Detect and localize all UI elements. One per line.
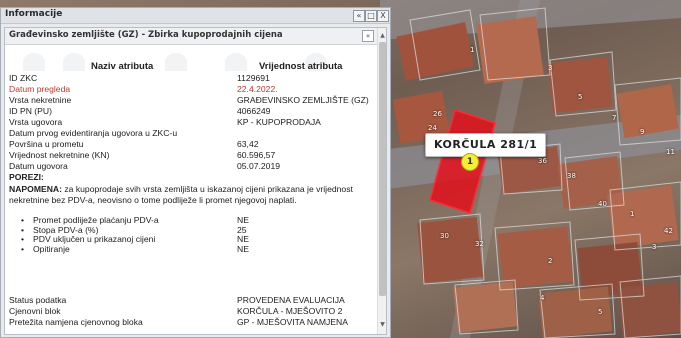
- info-window: Informacije « □ X Građevinsko zemljište …: [0, 7, 391, 338]
- house-number: 42: [664, 227, 673, 235]
- attribute-value: KORČULA - MJEŠOVITO 2: [237, 306, 343, 316]
- attribute-value: 22.4.2022.: [237, 84, 278, 94]
- table-row: ID ZKC 1129691: [9, 73, 377, 84]
- table-row: Pretežita namjena cjenovnog bloka GP - M…: [9, 317, 377, 328]
- attribute-panel: Građevinsko zemljište (GZ) - Zbirka kupo…: [4, 27, 387, 335]
- house-number: 32: [475, 240, 484, 248]
- attribute-name: Status podatka: [9, 295, 67, 305]
- attribute-name: ID ZKC: [9, 73, 38, 83]
- house-number: 4: [540, 294, 545, 302]
- watermark-shape: [225, 53, 247, 71]
- house-number: 26: [433, 110, 442, 118]
- scroll-down-arrow[interactable]: ▼: [378, 321, 386, 329]
- scrollbar[interactable]: ▲ ▼: [377, 28, 386, 334]
- bullet-icon: •: [21, 243, 25, 254]
- house-number: 9: [640, 128, 645, 136]
- house-number: 11: [666, 148, 675, 156]
- attribute-name: Datum prvog evidentiranja ugovora u ZKC-…: [9, 128, 178, 138]
- table-row: Datum pregleda 22.4.2022.: [9, 84, 377, 95]
- list-item: • PDV uključen u prikazanoj cijeni NE: [21, 234, 373, 245]
- window-titlebar[interactable]: Informacije « □ X: [1, 8, 390, 24]
- list-item: • Opitiranje NE: [21, 243, 373, 255]
- table-row: Vrsta ugovora KP - KUPOPRODAJA: [9, 117, 377, 128]
- table-row: Površina u prometu 63,42: [9, 139, 377, 150]
- vat-note: NAPOMENA: za kupoprodaje svih vrsta zeml…: [9, 184, 373, 206]
- attribute-name: Površina u prometu: [9, 139, 84, 149]
- house-number: 2: [548, 257, 553, 265]
- attribute-name: ID PN (PU): [9, 106, 52, 116]
- section-label: POREZI:: [9, 172, 44, 182]
- attribute-value: GRAĐEVINSKO ZEMLJIŠTE (GZ): [237, 95, 369, 105]
- house-number: 1: [630, 210, 635, 218]
- attribute-name: Datum pregleda: [9, 84, 71, 94]
- parcel-label: KORČULA 281/1: [425, 133, 547, 157]
- window-title: Informacije: [5, 9, 63, 19]
- table-row: Cjenovni blok KORČULA - MJEŠOVITO 2: [9, 306, 377, 317]
- attribute-name: Pretežita namjena cjenovnog bloka: [9, 317, 143, 327]
- collapse-window-button[interactable]: «: [353, 10, 365, 22]
- house-number: 5: [598, 308, 603, 316]
- watermark-shape: [23, 53, 45, 71]
- watermark-shape: [165, 53, 187, 71]
- house-number: 3: [652, 243, 657, 251]
- attribute-value: 05.07.2019: [237, 161, 281, 171]
- attribute-value: 60.596,57: [237, 150, 276, 160]
- house-number: 5: [578, 93, 583, 101]
- attribute-name: Opitiranje: [33, 243, 70, 254]
- maximize-window-button[interactable]: □: [365, 10, 377, 22]
- watermark-shape: [63, 53, 85, 71]
- column-header-name: Naziv atributa: [91, 61, 154, 72]
- attribute-name: Cjenovni blok: [9, 306, 61, 316]
- section-heading-porezi: POREZI:: [9, 172, 377, 183]
- house-number: 40: [598, 200, 607, 208]
- attribute-value: 1129691: [237, 73, 270, 83]
- house-number: 3: [548, 64, 553, 72]
- house-number: 38: [567, 172, 576, 180]
- column-header-value: Vrijednost atributa: [259, 61, 343, 72]
- table-row: Vrijednost nekretnine (KN) 60.596,57: [9, 150, 377, 161]
- attribute-value: NE: [237, 243, 249, 254]
- panel-header[interactable]: Građevinsko zemljište (GZ) - Zbirka kupo…: [5, 28, 377, 45]
- house-number: 1: [470, 46, 475, 54]
- close-window-button[interactable]: X: [377, 10, 389, 22]
- table-row: Datum ugovora 05.07.2019: [9, 161, 377, 172]
- panel-collapse-button[interactable]: «: [362, 30, 374, 42]
- attribute-table: Naziv atributa Vrijednost atributa ID ZK…: [5, 45, 377, 334]
- attribute-name: Vrsta nekretnine: [9, 95, 72, 105]
- parcel-marker[interactable]: 1: [461, 153, 479, 171]
- table-row: Status podatka PROVEDENA EVALUACIJA: [9, 295, 377, 306]
- panel-title: Građevinsko zemljište (GZ) - Zbirka kupo…: [9, 30, 283, 40]
- attribute-value: 63,42: [237, 139, 259, 149]
- attribute-name: Vrsta ugovora: [9, 117, 63, 127]
- table-row: Vrsta nekretnine GRAĐEVINSKO ZEMLJIŠTE (…: [9, 95, 377, 106]
- attribute-value: KP - KUPOPRODAJA: [237, 117, 321, 127]
- note-label: NAPOMENA:: [9, 184, 62, 194]
- attribute-name: Datum ugovora: [9, 161, 68, 171]
- house-number: 36: [538, 157, 547, 165]
- house-number: 7: [612, 114, 617, 122]
- table-row: ID PN (PU) 4066249: [9, 106, 377, 117]
- house-number: 30: [440, 232, 449, 240]
- attribute-name: Vrijednost nekretnine (KN): [9, 150, 110, 160]
- attribute-value: PROVEDENA EVALUACIJA: [237, 295, 345, 305]
- scrollbar-thumb[interactable]: [379, 42, 386, 296]
- house-number: 24: [428, 124, 437, 132]
- table-row: Datum prvog evidentiranja ugovora u ZKC-…: [9, 128, 377, 139]
- attribute-value: 4066249: [237, 106, 271, 116]
- attribute-value: GP - MJEŠOVITA NAMJENA: [237, 317, 348, 327]
- scroll-up-arrow[interactable]: ▲: [378, 32, 386, 40]
